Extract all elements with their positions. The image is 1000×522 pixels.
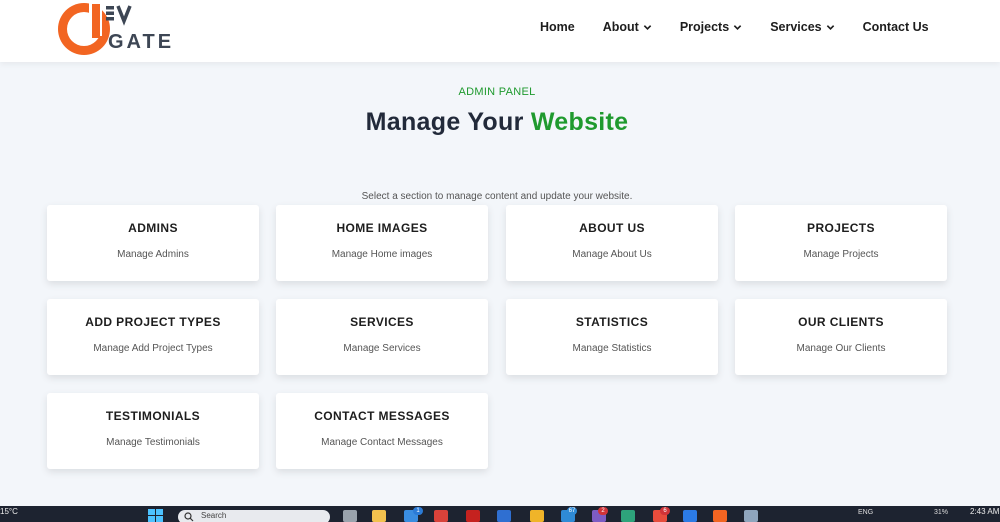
card-description: Manage Contact Messages xyxy=(321,437,443,448)
card-title: STATISTICS xyxy=(575,315,649,329)
card-services[interactable]: SERVICES Manage Services xyxy=(276,299,488,375)
page-title: Manage Your Website xyxy=(0,108,994,137)
chevron-down-icon xyxy=(643,24,652,30)
nav-services[interactable]: Services xyxy=(770,20,834,34)
edge-browser-icon[interactable] xyxy=(497,510,511,522)
nav-services-label: Services xyxy=(770,20,822,34)
nav-about[interactable]: About xyxy=(603,20,652,34)
card-admins[interactable]: ADMINS Manage Admins xyxy=(47,205,259,281)
card-description: Manage Projects xyxy=(803,249,879,260)
nav-home[interactable]: Home xyxy=(540,20,575,34)
card-our-clients[interactable]: OUR CLIENTS Manage Our Clients xyxy=(735,299,947,375)
nav-home-label: Home xyxy=(540,20,575,34)
vscode-icon[interactable] xyxy=(683,510,697,522)
card-description: Manage Admins xyxy=(117,249,189,260)
gmail-icon[interactable] xyxy=(466,510,480,522)
nav-projects-label: Projects xyxy=(679,20,730,34)
card-title: TESTIMONIALS xyxy=(105,409,201,423)
admin-panel-eyebrow: ADMIN PANEL xyxy=(458,86,536,98)
title-prefix: Manage Your xyxy=(365,108,531,136)
card-description: Manage Home images xyxy=(331,249,433,260)
office-app-icon[interactable] xyxy=(434,510,448,522)
card-description: Manage Testimonials xyxy=(106,437,200,448)
chevron-down-icon xyxy=(826,24,834,30)
notification-badge: 67 xyxy=(567,507,577,515)
card-title: OUR CLIENTS xyxy=(798,315,884,329)
notification-badge: 1 xyxy=(413,507,423,515)
os-taskbar: 15°C Search 1 67 2 6 ENG 31% 2:43 AM xyxy=(0,506,1000,522)
xampp-icon[interactable] xyxy=(713,510,727,522)
card-description: Manage Services xyxy=(343,343,421,354)
weather-widget[interactable]: 15°C xyxy=(0,507,18,516)
card-testimonials[interactable]: TESTIMONIALS Manage Testimonials xyxy=(47,393,259,469)
card-title: ADMINS xyxy=(128,221,178,235)
battery-indicator[interactable]: 31% xyxy=(934,509,948,516)
devgate-logo[interactable]: GATE xyxy=(56,0,206,58)
search-icon xyxy=(184,512,194,522)
notification-badge: 6 xyxy=(660,507,670,515)
card-title: ADD PROJECT TYPES xyxy=(85,315,221,329)
card-title: SERVICES xyxy=(350,315,414,329)
browser-app-icon[interactable] xyxy=(621,510,635,522)
card-statistics[interactable]: STATISTICS Manage Statistics xyxy=(506,299,718,375)
language-indicator[interactable]: ENG xyxy=(858,509,873,516)
card-title: PROJECTS xyxy=(807,221,875,235)
nav-contact-us-label: Contact Us xyxy=(862,20,929,34)
card-contact-messages[interactable]: CONTACT MESSAGES Manage Contact Messages xyxy=(276,393,488,469)
file-explorer-icon[interactable] xyxy=(372,510,386,522)
main-nav: Home About Projects Services Contact Us xyxy=(540,20,929,34)
chevron-down-icon xyxy=(733,24,742,30)
app-icon[interactable] xyxy=(744,510,758,522)
card-about-us[interactable]: ABOUT US Manage About Us xyxy=(506,205,718,281)
card-description: Manage Our Clients xyxy=(796,343,886,354)
card-projects[interactable]: PROJECTS Manage Projects xyxy=(735,205,947,281)
site-header: GATE Home About Projects Services Contac… xyxy=(0,0,1000,62)
nav-about-label: About xyxy=(602,20,639,34)
card-title: ABOUT US xyxy=(579,221,645,235)
svg-text:GATE: GATE xyxy=(108,31,174,53)
card-description: Manage Statistics xyxy=(572,343,652,354)
card-add-project-types[interactable]: ADD PROJECT TYPES Manage Add Project Typ… xyxy=(47,299,259,375)
page-subtitle: Select a section to manage content and u… xyxy=(361,191,633,202)
card-title: HOME IMAGES xyxy=(336,221,428,235)
task-view-icon[interactable] xyxy=(343,510,357,522)
windows-start-icon[interactable] xyxy=(148,509,164,522)
card-description: Manage Add Project Types xyxy=(93,343,213,354)
notification-badge: 2 xyxy=(598,507,608,515)
taskbar-search-placeholder: Search xyxy=(201,511,227,520)
chrome-icon[interactable] xyxy=(530,510,544,522)
nav-contact-us[interactable]: Contact Us xyxy=(863,20,929,34)
nav-projects[interactable]: Projects xyxy=(680,20,742,34)
clock[interactable]: 2:43 AM xyxy=(970,507,999,516)
card-home-images[interactable]: HOME IMAGES Manage Home images xyxy=(276,205,488,281)
card-title: CONTACT MESSAGES xyxy=(314,409,450,423)
card-description: Manage About Us xyxy=(572,249,652,260)
title-accent: Website xyxy=(530,108,629,136)
